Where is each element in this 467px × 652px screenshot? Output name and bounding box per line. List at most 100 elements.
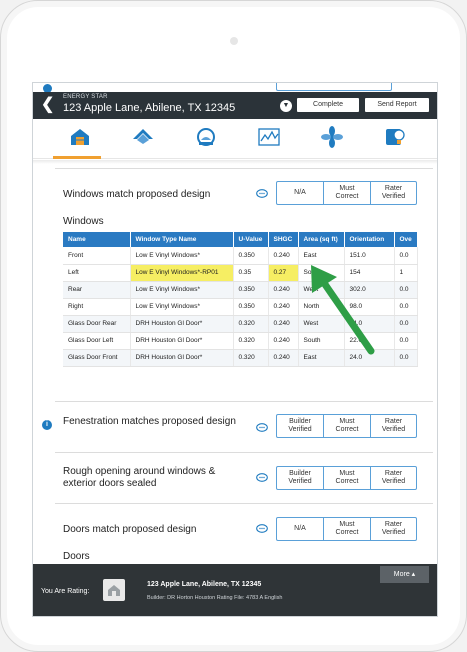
section-divider [55, 168, 433, 169]
info-icon[interactable]: i [42, 420, 52, 430]
table-cell: 0.240 [268, 298, 299, 316]
app-screen: ❮ ENERGY STAR 123 Apple Lane, Abilene, T… [32, 82, 438, 617]
doors-table-title: Doors [63, 551, 90, 562]
table-cell: 151.0 [344, 247, 395, 265]
tab-performance[interactable] [246, 119, 290, 159]
table-cell: 0.350 [233, 281, 269, 299]
table-cell: 0.240 [268, 281, 299, 299]
fenestration-title: Fenestration matches proposed design [63, 416, 236, 427]
active-tab-indicator [53, 156, 101, 159]
table-cell: 0.240 [268, 349, 299, 367]
section-divider [55, 401, 433, 402]
table-row[interactable]: Front Low E Vinyl Windows* 0.350 0.240 E… [63, 247, 418, 265]
section-divider [55, 503, 433, 504]
table-cell: Glass Door Rear [63, 315, 131, 333]
more-button[interactable]: More ▴ [380, 566, 429, 583]
table-cell: 0.0 [394, 349, 418, 367]
doors-match-title: Doors match proposed design [63, 524, 197, 535]
option-must-correct[interactable]: Must Correct [324, 415, 371, 437]
table-cell: Glass Door Front [63, 349, 131, 367]
option-must-correct[interactable]: Must Correct [324, 467, 371, 489]
table-cell: 0.320 [233, 349, 269, 367]
windows-match-options: N/A Must Correct Rater Verified [276, 181, 417, 205]
tab-hvac[interactable] [309, 119, 353, 159]
column-header[interactable]: Area (sq ft) [298, 232, 345, 247]
table-cell: Front [63, 247, 131, 265]
you-are-rating-label: You Are Rating: [41, 588, 90, 595]
table-cell: Low E Vinyl Windows* [130, 247, 234, 265]
annotation-arrow-icon [311, 265, 375, 355]
comment-icon[interactable] [256, 189, 268, 199]
option-rater-verified[interactable]: Rater Verified [371, 467, 416, 489]
table-cell: 0.0 [394, 298, 418, 316]
table-cell: DRH Houston Gl Door* [130, 349, 234, 367]
table-cell: Low E Vinyl Windows* [130, 281, 234, 299]
table-cell: Left [63, 264, 131, 282]
option-builder-verified[interactable]: Builder Verified [277, 467, 324, 489]
table-cell: 0.320 [233, 332, 269, 350]
house-icon [108, 585, 120, 596]
table-cell: DRH Houston Gl Door* [130, 332, 234, 350]
table-cell: 0.350 [233, 298, 269, 316]
tab-appliances[interactable] [372, 119, 416, 159]
chevron-down-icon[interactable]: ▼ [280, 100, 292, 112]
house-insulation-icon [71, 129, 89, 145]
table-header-row: Name Window Type Name U-Value SHGC Area … [63, 232, 418, 247]
table-cell: 0.35 [233, 264, 269, 282]
table-cell: 0.0 [394, 247, 418, 265]
table-cell: 1 [394, 264, 418, 282]
tab-insulation[interactable] [57, 119, 101, 159]
column-header[interactable]: Orientation [344, 232, 395, 247]
top-bar: ❮ ENERGY STAR 123 Apple Lane, Abilene, T… [33, 92, 437, 119]
option-builder-verified[interactable]: Builder Verified [277, 415, 324, 437]
tablet-camera [230, 37, 238, 45]
windows-match-title: Windows match proposed design [63, 189, 211, 200]
highlighted-cell: 0.27 [268, 264, 299, 282]
column-header[interactable]: Window Type Name [130, 232, 234, 247]
table-cell: Glass Door Left [63, 332, 131, 350]
table-cell: 0.240 [268, 315, 299, 333]
table-cell: East [298, 247, 345, 265]
windows-table-title: Windows [63, 216, 104, 227]
doors-match-options: N/A Must Correct Rater Verified [276, 517, 417, 541]
column-header[interactable]: Ove [394, 232, 418, 247]
option-na[interactable]: N/A [277, 182, 324, 204]
option-must-correct[interactable]: Must Correct [324, 518, 371, 540]
option-rater-verified[interactable]: Rater Verified [371, 518, 416, 540]
option-na[interactable]: N/A [277, 518, 324, 540]
table-cell: 0.0 [394, 281, 418, 299]
program-label: ENERGY STAR [63, 94, 108, 100]
highlighted-cell: Low E Vinyl Windows*-RP01 [130, 264, 234, 282]
category-tabs [33, 119, 437, 159]
tabs-shadow [33, 160, 437, 164]
column-header[interactable]: Name [63, 232, 131, 247]
comment-icon[interactable] [256, 423, 268, 433]
table-cell: Right [63, 298, 131, 316]
comment-icon[interactable] [256, 473, 268, 483]
table-cell: 0.240 [268, 332, 299, 350]
fenestration-options: Builder Verified Must Correct Rater Veri… [276, 414, 417, 438]
rough-opening-title: Rough opening around windows & exterior … [63, 466, 216, 489]
column-header[interactable]: SHGC [268, 232, 299, 247]
table-cell: 0.240 [268, 247, 299, 265]
option-must-correct[interactable]: Must Correct [324, 182, 371, 204]
table-cell: DRH Houston Gl Door* [130, 315, 234, 333]
tablet-frame: ❮ ENERGY STAR 123 Apple Lane, Abilene, T… [0, 0, 467, 652]
footer-builder-info: Builder: DR Horton Houston Rating File: … [147, 595, 283, 601]
table-cell: Rear [63, 281, 131, 299]
header-address: 123 Apple Lane, Abilene, TX 12345 [63, 102, 236, 114]
column-header[interactable]: U-Value [233, 232, 269, 247]
section-divider [55, 452, 433, 453]
table-cell: 0.0 [394, 332, 418, 350]
option-rater-verified[interactable]: Rater Verified [371, 182, 416, 204]
graph-icon [258, 128, 280, 146]
option-rater-verified[interactable]: Rater Verified [371, 415, 416, 437]
tab-water-heater[interactable] [183, 119, 227, 159]
complete-button[interactable]: Complete [297, 98, 359, 112]
appliance-lightbulb-icon [386, 129, 405, 145]
tab-roof[interactable] [120, 119, 164, 159]
table-cell: 0.350 [233, 247, 269, 265]
comment-icon[interactable] [256, 524, 268, 534]
back-chevron-icon[interactable]: ❮ [41, 96, 55, 114]
send-report-button[interactable]: Send Report [365, 98, 429, 112]
